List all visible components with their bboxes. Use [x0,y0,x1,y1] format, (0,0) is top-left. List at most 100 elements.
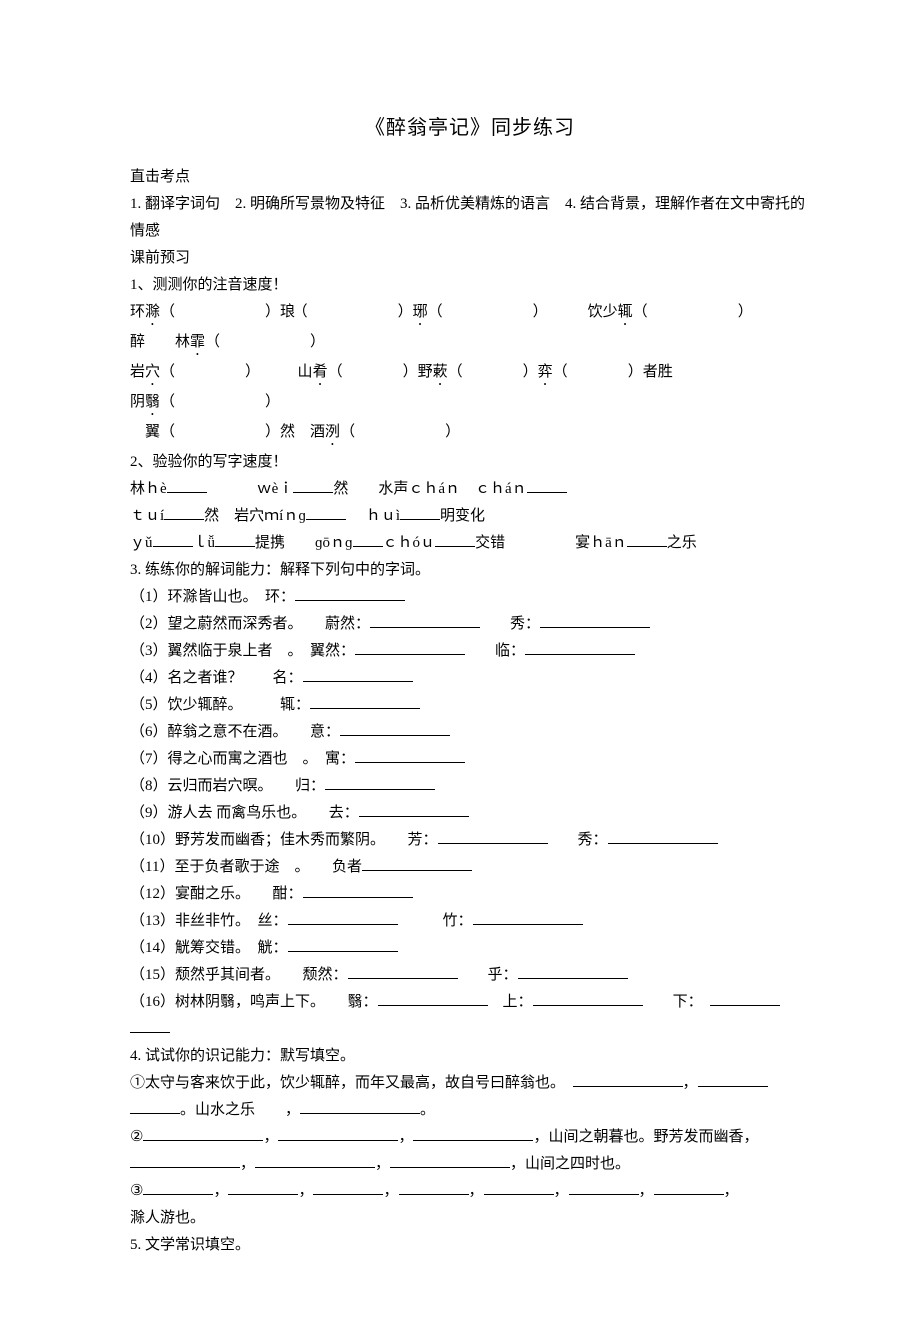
blank-input[interactable] [300,1098,420,1114]
blank-input[interactable] [518,963,628,979]
blank-input[interactable] [698,1071,768,1087]
text: （ [328,364,343,380]
text: ， [683,1075,698,1091]
blank-input[interactable] [228,1179,298,1195]
blank-input[interactable] [573,1071,683,1087]
blank-input[interactable] [362,855,472,871]
blank-input[interactable] [167,477,207,493]
emph-char: 辄 [618,304,633,320]
blank-input[interactable] [313,1179,383,1195]
blank-input[interactable] [654,1179,724,1195]
blank-input[interactable] [295,585,405,601]
text: （5）饮少辄醉。 辄： [130,697,310,713]
blank-input[interactable] [413,1125,533,1141]
blank-input[interactable] [608,828,718,844]
blank-input[interactable] [378,990,488,1006]
text: （ [160,304,175,320]
text: （4）名之者谁？ 名： [130,670,303,686]
blank-input[interactable] [370,612,480,628]
text: ）然 酒 [265,424,325,440]
blank-input[interactable] [484,1179,554,1195]
blank-input[interactable] [355,747,465,763]
blank-input[interactable] [303,882,413,898]
text: ）者胜 [628,364,673,380]
page-title: 《醉翁亭记》同步练习 [130,110,810,146]
blank-input[interactable] [303,666,413,682]
blank-input[interactable] [540,612,650,628]
text: ， [383,1183,398,1199]
text: （13）非丝非竹。 丝： [130,913,288,929]
blank-input[interactable] [143,1125,263,1141]
emph-char: 穴 [145,364,160,380]
text: ） [398,304,413,320]
text: ， [639,1183,654,1199]
text: 饮少 [588,304,618,320]
blank-input[interactable] [359,801,469,817]
blank-input[interactable] [390,1152,510,1168]
text: ， [724,1183,739,1199]
blank-input[interactable] [399,1179,469,1195]
blank-input[interactable] [215,531,255,547]
text: 乎： [488,967,518,983]
blank-input[interactable] [288,909,398,925]
item-14: （14）觥筹交错。 觥： [130,935,810,962]
blank-input[interactable] [348,963,458,979]
blank-input[interactable] [325,774,435,790]
blank-input[interactable] [438,828,548,844]
blank-input[interactable] [569,1179,639,1195]
q1-row-a: 环滁（）琅·（）琊（）饮少辄（） [130,299,810,329]
text: （15）颓然乎其间者。 颓然： [130,967,348,983]
blank-input[interactable] [527,477,567,493]
blank-input[interactable] [310,693,420,709]
text: （1）环滁皆山也。 环： [130,589,295,605]
emph-char: 洌 [325,424,340,440]
blank-input[interactable] [306,504,346,520]
q2-prompt: 2、验验你的写字速度！ [130,449,810,476]
blank-input[interactable] [130,1017,170,1033]
blank-input[interactable] [288,936,398,952]
text: ） [310,334,325,350]
q4-row-a2: 。山水之乐 ，。 [130,1097,810,1124]
blank-input[interactable] [435,531,475,547]
blank-input[interactable] [340,720,450,736]
item-13: （13）非丝非竹。 丝： 竹： [130,908,810,935]
text: ） 山 [245,364,313,380]
text: 之乐 [667,535,697,551]
emph-char: 弈 [538,364,553,380]
blank-input[interactable] [525,639,635,655]
blank-input[interactable] [278,1125,398,1141]
text: （ [553,364,568,380]
text: （16）树林阴翳，鸣声上下。 翳： [130,994,378,1010]
blank-input[interactable] [255,1152,375,1168]
blank-input[interactable] [627,531,667,547]
item-5: （5）饮少辄醉。 辄： [130,692,810,719]
blank-input[interactable] [153,531,193,547]
blank-input[interactable] [164,504,204,520]
text: 岩 [130,364,145,380]
text: （7）得之心而寓之酒也 。 寓： [130,751,355,767]
blank-input[interactable] [293,477,333,493]
text: （11）至于负者歌于途 。 负者 [130,859,362,875]
blank-input[interactable] [130,1152,240,1168]
blank-input[interactable] [710,990,780,1006]
item-15: （15）颓然乎其间者。 颓然： 乎： [130,962,810,989]
blank-input[interactable] [473,909,583,925]
text: 下： [673,994,696,1010]
blank-input[interactable] [143,1179,213,1195]
emph-char: 肴 [313,364,328,380]
blank-input[interactable] [400,504,440,520]
item-6: （6）醉翁之意不在酒。 意： [130,719,810,746]
text: （3）翼然临于泉上者 。 翼然： [130,643,355,659]
emph-char: 霏 [190,334,205,350]
text: ｗèｉ [257,481,294,497]
text: ， [375,1156,390,1172]
blank-input[interactable] [353,531,383,547]
blank-input[interactable] [130,1098,180,1114]
text: 秀： [510,616,540,632]
text: （ [448,364,463,380]
text: ， [469,1183,484,1199]
blank-input[interactable] [533,990,643,1006]
text: ， [298,1183,313,1199]
q1-row-d: 阴翳（） [130,389,810,419]
blank-input[interactable] [355,639,465,655]
